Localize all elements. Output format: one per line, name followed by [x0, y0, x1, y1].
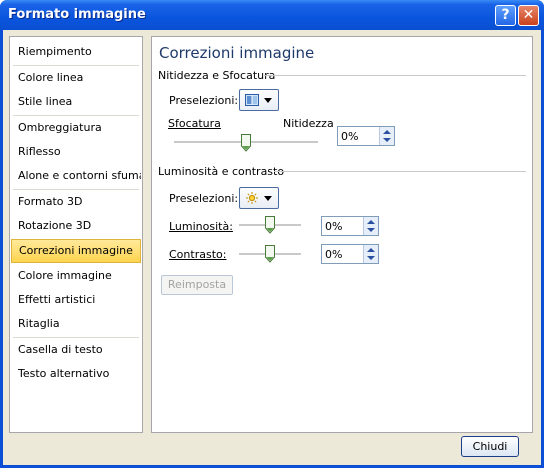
sharpness-presets-label: Preselezioni:: [169, 94, 239, 107]
section-divider: [274, 171, 526, 172]
sharpness-preset-icon: [245, 94, 259, 106]
title-bar[interactable]: Formato immagine ? ✕: [0, 0, 544, 30]
help-button[interactable]: ?: [495, 5, 516, 26]
spinner-up-icon[interactable]: [367, 220, 375, 224]
spinner-down-icon[interactable]: [383, 138, 391, 142]
sun-icon: [246, 192, 258, 204]
section-heading-sharpness: Nitidezza e Sfocatura: [158, 69, 276, 82]
spinner-buttons[interactable]: [379, 127, 394, 145]
spinner-up-icon[interactable]: [367, 248, 375, 252]
contrast-label: Contrasto:: [169, 248, 227, 261]
blur-label: Sfocatura: [168, 117, 221, 130]
section-heading-brightness-contrast: Luminosità e contrasto: [158, 165, 285, 178]
sharpness-spinner[interactable]: 0%: [337, 126, 395, 146]
sharpness-presets-dropdown[interactable]: [239, 89, 279, 111]
chevron-down-icon: [264, 98, 272, 103]
section-divider: [264, 75, 526, 76]
reset-button[interactable]: Reimposta: [161, 275, 233, 295]
sharpness-slider-thumb[interactable]: [241, 134, 251, 152]
spinner-down-icon[interactable]: [367, 256, 375, 260]
close-button[interactable]: Chiudi: [461, 436, 519, 457]
spinner-up-icon[interactable]: [383, 130, 391, 134]
sidebar-item-casella-di-testo[interactable]: Casella di testo: [11, 338, 141, 362]
contrast-value: 0%: [325, 248, 343, 261]
settings-panel: Correzioni immagine Nitidezza e Sfocatur…: [151, 36, 533, 433]
sharpness-value: 0%: [341, 130, 359, 143]
sidebar-item-correzioni-immagine[interactable]: Correzioni immagine: [11, 239, 141, 263]
dialog-client: Riempimento Colore linea Stile linea Omb…: [3, 30, 541, 465]
sidebar-item-colore-linea[interactable]: Colore linea: [11, 66, 141, 90]
window-title: Formato immagine: [8, 7, 146, 22]
chevron-down-icon: [264, 196, 272, 201]
dialog-window: Formato immagine ? ✕ Riempimento Colore …: [0, 0, 544, 468]
sidebar-item-ritaglia[interactable]: Ritaglia: [11, 312, 141, 336]
brightness-presets-dropdown[interactable]: [239, 187, 279, 209]
sidebar-item-testo-alternativo[interactable]: Testo alternativo: [11, 362, 141, 386]
brightness-spinner[interactable]: 0%: [321, 216, 379, 236]
sidebar-item-rotazione-3d[interactable]: Rotazione 3D: [11, 214, 141, 238]
brightness-value: 0%: [325, 220, 343, 233]
sidebar-item-riempimento[interactable]: Riempimento: [11, 40, 141, 64]
panel-title: Correzioni immagine: [159, 44, 315, 62]
sharpen-label: Nitidezza: [283, 117, 334, 130]
sidebar-item-effetti-artistici[interactable]: Effetti artistici: [11, 288, 141, 312]
spinner-down-icon[interactable]: [367, 228, 375, 232]
close-window-button[interactable]: ✕: [518, 5, 539, 26]
sidebar-item-alone[interactable]: Alone e contorni sfumati: [11, 164, 141, 188]
category-list: Riempimento Colore linea Stile linea Omb…: [9, 36, 143, 433]
sidebar-item-stile-linea[interactable]: Stile linea: [11, 90, 141, 114]
sidebar-item-ombreggiatura[interactable]: Ombreggiatura: [11, 116, 141, 140]
brightness-presets-label: Preselezioni:: [169, 192, 239, 205]
brightness-slider-thumb[interactable]: [265, 216, 275, 234]
sidebar-item-formato-3d[interactable]: Formato 3D: [11, 190, 141, 214]
spinner-buttons[interactable]: [363, 245, 378, 263]
contrast-spinner[interactable]: 0%: [321, 244, 379, 264]
brightness-label: Luminosità:: [169, 220, 233, 233]
sidebar-item-riflesso[interactable]: Riflesso: [11, 140, 141, 164]
contrast-slider-thumb[interactable]: [265, 245, 275, 263]
sidebar-item-colore-immagine[interactable]: Colore immagine: [11, 264, 141, 288]
spinner-buttons[interactable]: [363, 217, 378, 235]
